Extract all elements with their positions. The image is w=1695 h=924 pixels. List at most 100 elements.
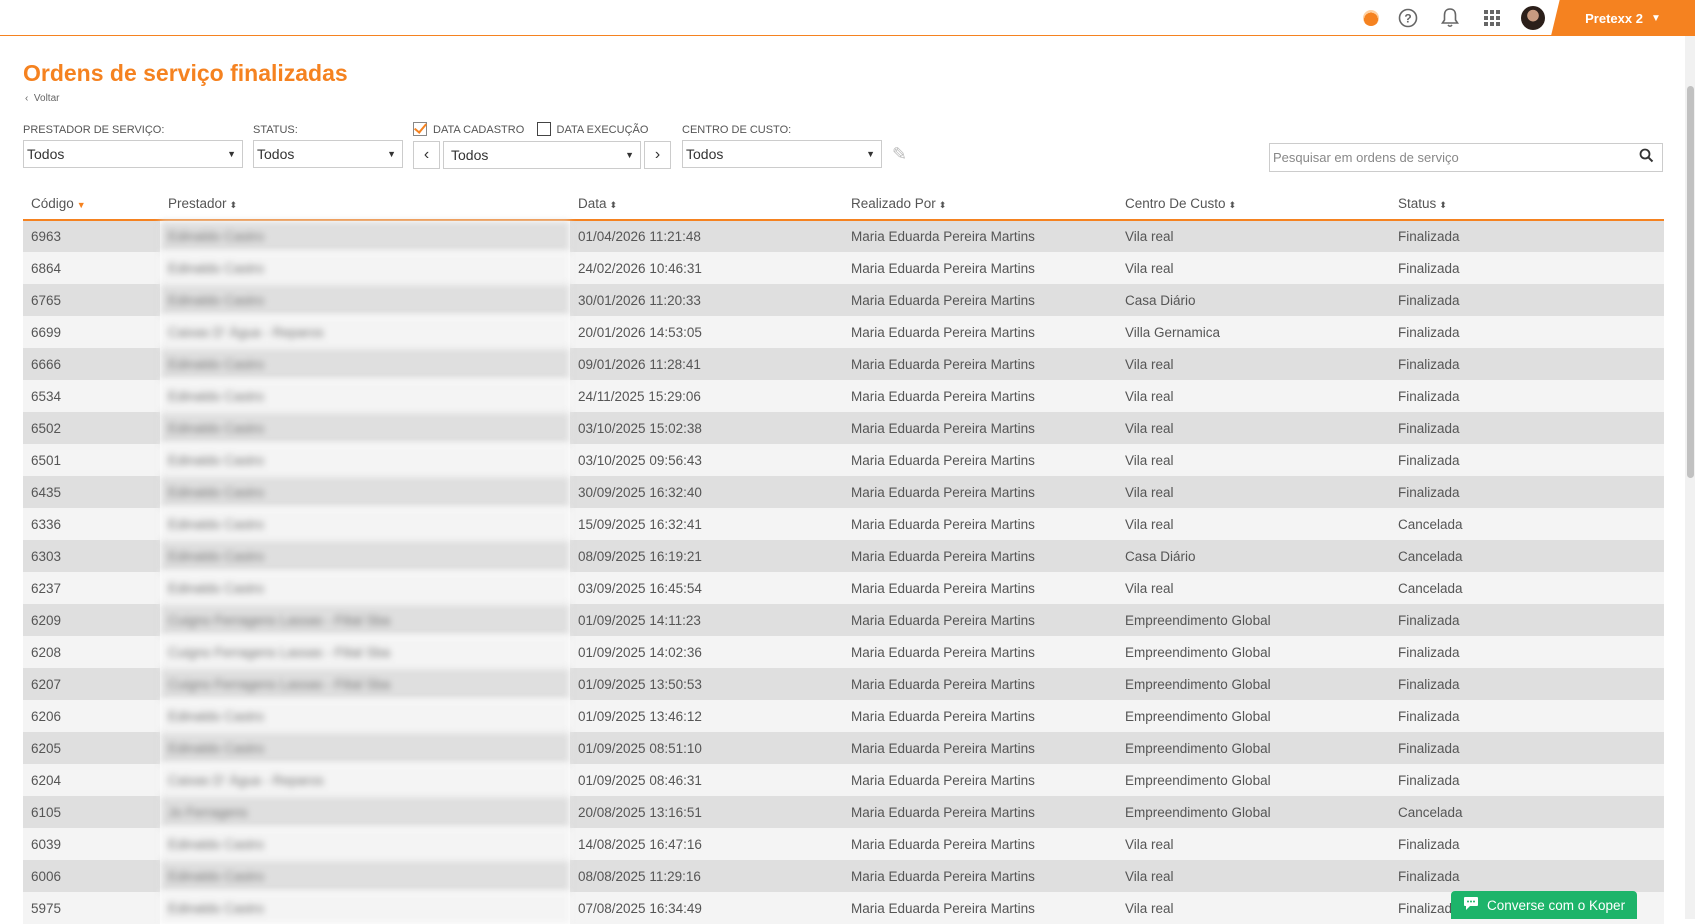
sort-desc-icon: ▼ xyxy=(76,200,86,210)
cell-status: Finalizada xyxy=(1390,380,1664,412)
clear-filters-icon[interactable]: ✎ xyxy=(892,144,907,165)
table-row[interactable]: 6105 Jo Ferragens 20/08/2025 13:16:51 Maria… xyxy=(23,796,1664,828)
status-select[interactable]: Todos ▼ xyxy=(253,140,403,168)
cell-codigo: 6207 xyxy=(23,668,160,700)
cell-status: Finalizada xyxy=(1390,828,1664,860)
col-header-codigo[interactable]: Código ▼ xyxy=(23,188,160,221)
table-row[interactable]: 6206 Edinaldo Castro 01/09/2025 13:46:12 Ma… xyxy=(23,700,1664,732)
data-execucao-checkbox[interactable] xyxy=(536,122,551,136)
cell-status: Finalizada xyxy=(1390,348,1664,380)
caret-down-icon: ▼ xyxy=(866,149,875,159)
period-select[interactable]: Todos ▼ xyxy=(443,141,641,169)
search-input[interactable] xyxy=(1273,150,1613,165)
cell-prestador: Edinaldo Castro xyxy=(160,444,570,476)
chevron-left-icon: ‹ xyxy=(423,146,430,163)
table-row[interactable]: 6207 Cuigno Ferragens Lassas - Filial Sba… xyxy=(23,668,1664,700)
period-next-button[interactable]: › xyxy=(644,141,671,169)
cell-centro: Empreendimento Global xyxy=(1117,668,1390,700)
help-icon[interactable]: ? xyxy=(1395,5,1421,31)
cell-status: Finalizada xyxy=(1390,220,1664,252)
table-row[interactable]: 6006 Edinaldo Castro 08/08/2025 11:29:16 Ma… xyxy=(23,860,1664,892)
cell-centro: Empreendimento Global xyxy=(1117,700,1390,732)
data-cadastro-option[interactable]: DATA CADASTRO xyxy=(413,122,525,136)
search-box[interactable] xyxy=(1269,143,1663,172)
cell-status: Finalizada xyxy=(1390,604,1664,636)
bell-icon[interactable] xyxy=(1437,5,1463,31)
cell-status: Cancelada xyxy=(1390,508,1664,540)
cell-data: 30/01/2026 11:20:33 xyxy=(570,284,843,316)
table-row[interactable]: 6765 Edinaldo Castro 30/01/2026 11:20:33 Ma… xyxy=(23,284,1664,316)
table-row[interactable]: 6435 Edinaldo Castro 30/09/2025 16:32:40 Ma… xyxy=(23,476,1664,508)
chat-button[interactable]: Converse com o Koper xyxy=(1451,891,1638,919)
col-header-prestador[interactable]: Prestador ⬍ xyxy=(160,188,570,221)
orange-status-icon[interactable] xyxy=(1363,10,1379,26)
cell-data: 15/09/2025 16:32:41 xyxy=(570,508,843,540)
table-row[interactable]: 6336 Edinaldo Castro 15/09/2025 16:32:41 Ma… xyxy=(23,508,1664,540)
cell-codigo: 6209 xyxy=(23,604,160,636)
cell-status: Cancelada xyxy=(1390,572,1664,604)
col-header-status[interactable]: Status ⬍ xyxy=(1390,188,1664,221)
cell-realizado: Maria Eduarda Pereira Martins xyxy=(843,252,1117,284)
sort-icon: ⬍ xyxy=(609,200,618,210)
cell-status: Finalizada xyxy=(1390,764,1664,796)
table-row[interactable]: 6502 Edinaldo Castro 03/10/2025 15:02:38 Ma… xyxy=(23,412,1664,444)
cell-prestador: Jo Ferragens xyxy=(160,796,570,828)
cell-realizado: Maria Eduarda Pereira Martins xyxy=(843,604,1117,636)
cell-realizado: Maria Eduarda Pereira Martins xyxy=(843,540,1117,572)
avatar[interactable] xyxy=(1521,6,1545,30)
apps-grid-icon[interactable] xyxy=(1479,5,1505,31)
table-row[interactable]: 6864 Edinaldo Castro 24/02/2026 10:46:31 Ma… xyxy=(23,252,1664,284)
cell-status: Finalizada xyxy=(1390,700,1664,732)
table-row[interactable]: 6963 Edinaldo Castro 01/04/2026 11:21:48 Ma… xyxy=(23,220,1664,252)
table-row[interactable]: 6501 Edinaldo Castro 03/10/2025 09:56:43 Ma… xyxy=(23,444,1664,476)
scrollbar[interactable] xyxy=(1685,36,1695,919)
scroll-thumb[interactable] xyxy=(1687,86,1694,478)
chat-label: Converse com o Koper xyxy=(1487,897,1626,913)
sort-icon: ⬍ xyxy=(938,200,947,210)
cell-realizado: Maria Eduarda Pereira Martins xyxy=(843,220,1117,252)
cell-codigo: 6039 xyxy=(23,828,160,860)
cell-realizado: Maria Eduarda Pereira Martins xyxy=(843,348,1117,380)
cell-codigo: 6666 xyxy=(23,348,160,380)
table-row[interactable]: 6534 Edinaldo Castro 24/11/2025 15:29:06 Ma… xyxy=(23,380,1664,412)
table-row[interactable]: 6237 Edinaldo Castro 03/09/2025 16:45:54 Ma… xyxy=(23,572,1664,604)
table-row[interactable]: 6039 Edinaldo Castro 14/08/2025 16:47:16 Ma… xyxy=(23,828,1664,860)
period-prev-button[interactable]: ‹ xyxy=(413,141,440,169)
cell-codigo: 6699 xyxy=(23,316,160,348)
table-row[interactable]: 6208 Cuigno Ferragens Lassas - Filial Sba… xyxy=(23,636,1664,668)
table-row[interactable]: 5975 Edinaldo Castro 07/08/2025 16:34:49 Ma… xyxy=(23,892,1664,924)
centro-select[interactable]: Todos ▼ xyxy=(682,140,882,168)
sort-icon: ⬍ xyxy=(1439,200,1447,210)
cell-data: 01/09/2025 13:46:12 xyxy=(570,700,843,732)
cell-prestador: Edinaldo Castro xyxy=(160,284,570,316)
cell-prestador: Edinaldo Castro xyxy=(160,540,570,572)
table-row[interactable]: 6666 Edinaldo Castro 09/01/2026 11:28:41 Ma… xyxy=(23,348,1664,380)
cell-realizado: Maria Eduarda Pereira Martins xyxy=(843,476,1117,508)
cell-prestador: Caixas D' Água - Reparos xyxy=(160,764,570,796)
table-row[interactable]: 6209 Cuigno Ferragens Lassas - Filial Sba… xyxy=(23,604,1664,636)
table-row[interactable]: 6205 Edinaldo Castro 01/09/2025 08:51:10 Ma… xyxy=(23,732,1664,764)
search-icon[interactable] xyxy=(1639,148,1654,168)
cell-centro: Vila real xyxy=(1117,476,1390,508)
col-header-realizado-por[interactable]: Realizado Por ⬍ xyxy=(843,188,1117,221)
back-link[interactable]: ‹ Voltar xyxy=(25,93,59,104)
cell-codigo: 6303 xyxy=(23,540,160,572)
table-row[interactable]: 6699 Caixas D' Água - Reparos 20/01/2026 1… xyxy=(23,316,1664,348)
cell-data: 01/09/2025 14:02:36 xyxy=(570,636,843,668)
chevron-left-icon: ‹ xyxy=(25,93,29,104)
cell-status: Finalizada xyxy=(1390,636,1664,668)
table-row[interactable]: 6303 Edinaldo Castro 08/09/2025 16:19:21 Ma… xyxy=(23,540,1664,572)
col-header-centro-de-custo[interactable]: Centro De Custo ⬍ xyxy=(1117,188,1390,221)
col-header-data[interactable]: Data ⬍ xyxy=(570,188,843,221)
data-cadastro-label: DATA CADASTRO xyxy=(433,124,525,136)
cell-codigo: 6435 xyxy=(23,476,160,508)
table-row[interactable]: 6204 Caixas D' Água - Reparos 01/09/2025 0… xyxy=(23,764,1664,796)
cell-centro: Empreendimento Global xyxy=(1117,604,1390,636)
cell-realizado: Maria Eduarda Pereira Martins xyxy=(843,284,1117,316)
cell-status: Finalizada xyxy=(1390,668,1664,700)
data-cadastro-checkbox[interactable] xyxy=(413,122,427,136)
account-menu[interactable]: Pretexx 2 ▼ xyxy=(1551,0,1695,36)
cell-realizado: Maria Eduarda Pereira Martins xyxy=(843,316,1117,348)
prestador-select[interactable]: Todos ▼ xyxy=(23,140,243,168)
data-execucao-option[interactable]: DATA EXECUÇÃO xyxy=(536,122,648,136)
